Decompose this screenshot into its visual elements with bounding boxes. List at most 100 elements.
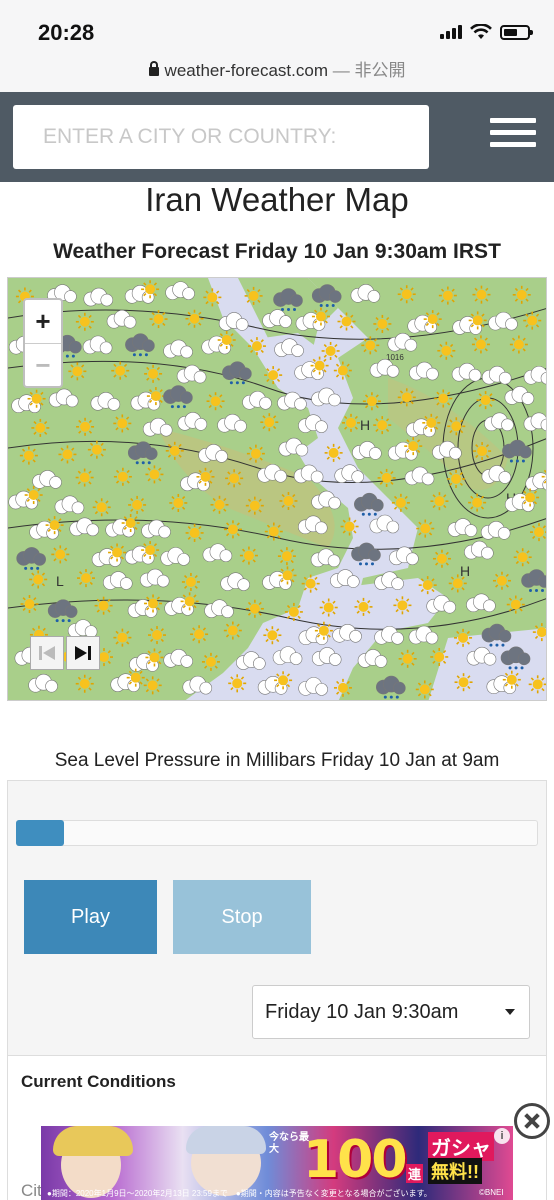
sun-icon	[245, 599, 264, 618]
sun-icon	[438, 286, 457, 305]
ad-info-icon[interactable]: i	[494, 1128, 510, 1144]
sun-icon	[149, 310, 168, 329]
sun-icon	[437, 341, 456, 360]
timeline-slider[interactable]	[16, 820, 538, 846]
first-frame-button[interactable]	[30, 636, 64, 670]
map-caption: Sea Level Pressure in Millibars Friday 1…	[54, 750, 500, 771]
ad-character-hair	[186, 1126, 266, 1154]
url-text: weather-forecast.com	[164, 61, 328, 80]
sun-icon	[278, 566, 297, 585]
city-search-input[interactable]	[13, 105, 429, 169]
sun-icon	[27, 389, 46, 408]
sun-icon	[239, 546, 258, 565]
next-frame-button[interactable]	[66, 636, 100, 670]
sun-icon	[393, 596, 412, 615]
sun-icon	[397, 388, 416, 407]
sun-icon	[528, 675, 546, 694]
timeline-slider-handle[interactable]	[16, 820, 64, 846]
sun-icon	[146, 387, 165, 406]
sun-icon	[512, 285, 531, 304]
sun-icon	[354, 597, 373, 616]
sun-icon	[169, 493, 188, 512]
sun-icon	[223, 520, 242, 539]
sun-icon	[423, 310, 442, 329]
ad-brand: ©BNEI	[479, 1188, 504, 1197]
address-bar[interactable]: weather-forecast.com — 非公開	[0, 56, 554, 81]
sun-icon	[87, 440, 106, 459]
sun-icon	[144, 364, 163, 383]
sun-icon	[264, 366, 283, 385]
sun-icon	[471, 335, 490, 354]
wifi-icon	[470, 24, 492, 39]
sun-icon	[76, 417, 95, 436]
sun-icon	[145, 648, 164, 667]
zoom-in-button[interactable]: +	[25, 300, 61, 343]
time-select[interactable]: Friday 10 Jan 9:30am	[252, 985, 530, 1039]
sun-icon	[314, 621, 333, 640]
sun-icon	[111, 361, 130, 380]
sun-icon	[145, 465, 164, 484]
play-button[interactable]: Play	[24, 880, 157, 954]
sun-icon	[19, 446, 38, 465]
sun-icon	[223, 621, 242, 640]
current-conditions-city: Cit	[21, 1181, 42, 1200]
sun-icon	[361, 336, 380, 355]
time-select-value: Friday 10 Jan 9:30am	[265, 1001, 459, 1023]
sun-icon	[472, 285, 491, 304]
ad-number: 100	[303, 1130, 408, 1190]
sun-icon	[247, 337, 266, 356]
sun-icon	[180, 592, 199, 611]
sun-icon	[333, 361, 352, 380]
sun-icon	[245, 496, 264, 515]
sun-icon	[415, 680, 434, 699]
ad-gacha-text: ガシャ	[428, 1132, 494, 1161]
sun-icon	[121, 514, 140, 533]
map-frame-nav	[30, 636, 102, 670]
sun-icon	[94, 596, 113, 615]
sun-icon	[203, 288, 222, 307]
sun-icon	[144, 594, 163, 613]
sun-icon	[418, 576, 437, 595]
caret-down-icon	[505, 1009, 515, 1015]
sun-icon	[454, 673, 473, 692]
menu-button[interactable]	[490, 118, 536, 154]
sun-icon	[523, 311, 542, 330]
page-title: Iran Weather Map	[145, 181, 409, 218]
sun-icon	[509, 335, 528, 354]
sun-icon	[263, 626, 282, 645]
sun-icon	[333, 678, 352, 697]
sun-icon	[126, 668, 145, 687]
sun-icon	[521, 488, 540, 507]
low-pressure-label: L	[56, 573, 64, 589]
sun-icon	[190, 625, 209, 644]
ad-close-button[interactable]	[514, 1103, 550, 1139]
sun-icon	[260, 413, 279, 432]
sun-icon	[310, 356, 329, 375]
sun-icon	[434, 389, 453, 408]
sun-icon	[324, 443, 343, 462]
sun-icon	[373, 314, 392, 333]
hamburger-icon	[490, 118, 536, 123]
zoom-out-button[interactable]: −	[25, 343, 61, 386]
ad-banner[interactable]: 今なら最大 100 連 ガシャ 無料!! ●期間：2020年1月9日～2020年…	[41, 1126, 513, 1200]
ad-unit: 連	[406, 1164, 424, 1183]
sun-icon	[29, 570, 48, 589]
stop-button[interactable]: Stop	[173, 880, 311, 954]
sun-icon	[68, 362, 87, 381]
sun-icon	[24, 486, 43, 505]
sun-icon	[165, 441, 184, 460]
sun-icon	[432, 549, 451, 568]
sun-icon	[319, 598, 338, 617]
sun-icon	[51, 545, 70, 564]
sun-icon	[430, 492, 449, 511]
skip-forward-icon	[75, 646, 91, 660]
sun-icon	[397, 285, 416, 304]
sun-icon	[274, 671, 293, 690]
sun-icon	[447, 469, 466, 488]
sun-icon	[279, 491, 298, 510]
sun-icon	[141, 541, 160, 560]
sun-icon	[416, 519, 435, 538]
sun-icon	[75, 312, 94, 331]
sun-icon	[141, 280, 160, 299]
sun-icon	[113, 467, 132, 486]
